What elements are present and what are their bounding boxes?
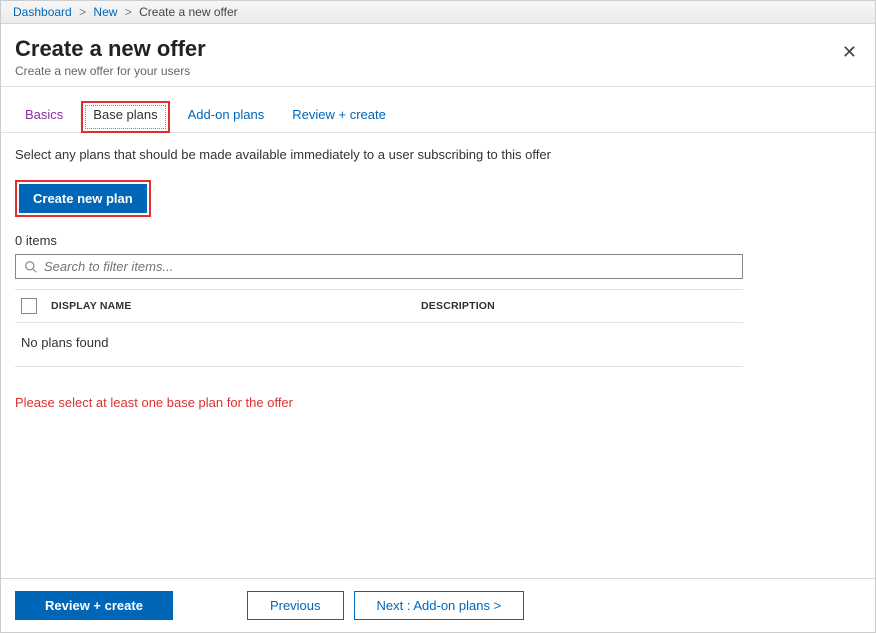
table-empty-row: No plans found	[15, 323, 743, 367]
column-description[interactable]: DESCRIPTION	[421, 300, 495, 312]
breadcrumb-current: Create a new offer	[139, 5, 238, 19]
create-new-plan-button[interactable]: Create new plan	[19, 184, 147, 213]
review-create-button[interactable]: Review + create	[15, 591, 173, 620]
footer-bar: Review + create Previous Next : Add-on p…	[1, 578, 875, 632]
close-icon: ✕	[842, 42, 857, 62]
select-all-checkbox[interactable]	[21, 298, 37, 314]
tab-review-create[interactable]: Review + create	[282, 101, 396, 132]
tab-addon-plans[interactable]: Add-on plans	[178, 101, 275, 132]
search-container[interactable]	[15, 254, 743, 279]
page-header: Create a new offer Create a new offer fo…	[1, 28, 875, 87]
item-count: 0 items	[15, 233, 861, 248]
search-icon	[24, 260, 38, 274]
validation-error: Please select at least one base plan for…	[15, 395, 861, 410]
tab-base-plans[interactable]: Base plans	[81, 101, 169, 133]
create-plan-highlight: Create new plan	[15, 180, 151, 217]
previous-button[interactable]: Previous	[247, 591, 344, 620]
search-input[interactable]	[44, 259, 734, 274]
chevron-right-icon: >	[125, 5, 132, 19]
next-button[interactable]: Next : Add-on plans >	[354, 591, 525, 620]
chevron-right-icon: >	[79, 5, 86, 19]
page-subtitle: Create a new offer for your users	[15, 64, 861, 78]
close-button[interactable]: ✕	[838, 38, 861, 67]
content-area: Select any plans that should be made ava…	[1, 133, 875, 410]
breadcrumb-link-new[interactable]: New	[93, 5, 117, 19]
breadcrumb: Dashboard > New > Create a new offer	[1, 1, 875, 24]
page-title: Create a new offer	[15, 36, 861, 62]
tab-basics[interactable]: Basics	[15, 101, 73, 132]
section-description: Select any plans that should be made ava…	[15, 147, 861, 162]
tabs: Basics Base plans Add-on plans Review + …	[1, 87, 875, 133]
breadcrumb-link-dashboard[interactable]: Dashboard	[13, 5, 72, 19]
column-display-name[interactable]: DISPLAY NAME	[51, 300, 421, 312]
table-header: DISPLAY NAME DESCRIPTION	[15, 289, 743, 323]
